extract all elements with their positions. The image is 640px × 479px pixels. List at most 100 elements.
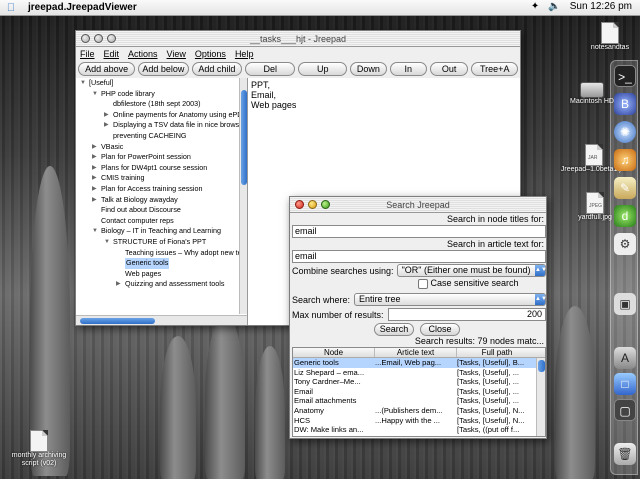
result-row[interactable]: HCS ...Happy with the ... [Tasks, [Useful]… — [293, 416, 545, 426]
preferences-icon[interactable]: ⚙ — [614, 233, 636, 255]
disclosure-closed-icon[interactable]: ▶ — [92, 142, 97, 153]
column-header-article-text[interactable]: Article text — [375, 348, 457, 357]
result-row[interactable]: DW: Make links an... [Tasks, ((put off f.… — [293, 425, 545, 435]
tree-node[interactable]: ▶ Online payments for Anatomy using ePD — [76, 110, 239, 121]
tree-node[interactable]: dbfilestore (18th sept 2003) — [76, 99, 239, 110]
search-dialog-titlebar[interactable]: Search Jreepad — [290, 197, 546, 213]
toolbar-add-below-button[interactable]: Add below — [138, 62, 189, 76]
disclosure-closed-icon[interactable]: ▶ — [92, 184, 97, 195]
tree-node[interactable]: ▶ VBasic — [76, 142, 239, 153]
toolbar-up-button[interactable]: Up — [298, 62, 347, 76]
toolbar-down-button[interactable]: Down — [349, 62, 387, 76]
tree-node[interactable]: Generic tools — [76, 258, 239, 269]
menu-options[interactable]: Options — [195, 47, 226, 61]
dreamweaver-icon[interactable]: d — [614, 205, 636, 227]
disclosure-open-icon[interactable]: ▼ — [92, 89, 98, 100]
close-button[interactable]: Close — [420, 323, 460, 336]
result-row[interactable]: Email [Tasks, [Useful], ... — [293, 387, 545, 397]
menu-actions[interactable]: Actions — [128, 47, 158, 61]
node-tree[interactable]: ▼ [Useful] ▼ PHP code library dbfilestore (1… — [76, 78, 248, 325]
safari-icon[interactable]: ✺ — [614, 121, 636, 143]
desktop-icon-archiving-script[interactable]: monthly archiving script (v02) — [6, 430, 72, 468]
tree-node[interactable]: Find out about Discourse — [76, 205, 239, 216]
tree-node[interactable]: ▶ Quizzing and assessment tools — [76, 279, 239, 290]
disclosure-closed-icon[interactable]: ▶ — [92, 152, 97, 163]
disclosure-closed-icon[interactable]: ▶ — [92, 163, 97, 174]
search-button[interactable]: Search — [374, 323, 414, 336]
apple-menu-icon[interactable]:  — [0, 2, 22, 14]
toolbar-add-child-button[interactable]: Add child — [191, 62, 243, 76]
volume-icon[interactable]: 🔈 — [548, 1, 560, 12]
tree-node[interactable]: ▶ Plans for DW4pt1 course session — [76, 163, 239, 174]
disclosure-closed-icon[interactable]: ▶ — [104, 110, 109, 121]
tree-node[interactable]: ▶ Talk at Biology awayday — [76, 195, 239, 206]
disclosure-closed-icon[interactable]: ▶ — [104, 120, 109, 131]
script-menu-icon[interactable]: ✦ — [531, 1, 539, 12]
tree-node[interactable]: Web pages — [76, 269, 239, 280]
combine-select[interactable]: "OR" (Either one must be found) ▲▼ — [396, 264, 547, 277]
tree-node[interactable]: ▼ [Useful] — [76, 78, 239, 89]
disclosure-open-icon[interactable]: ▼ — [80, 78, 86, 89]
column-header-full-path[interactable]: Full path — [457, 348, 537, 357]
tree-horizontal-scrollbar[interactable] — [76, 315, 247, 325]
menu-file[interactable]: File — [80, 47, 95, 61]
close-dialog-icon[interactable] — [295, 200, 304, 209]
clock[interactable]: Sun 12:26 pm — [570, 1, 632, 12]
toolbar-in-button[interactable]: In — [389, 62, 427, 76]
result-row[interactable]: Email attachments [Tasks, [Useful], ... — [293, 396, 545, 406]
minimize-dialog-icon[interactable] — [308, 200, 317, 209]
tree-node[interactable]: ▼ PHP code library — [76, 89, 239, 100]
toolbar-del-button[interactable]: Del — [245, 62, 296, 76]
results-table[interactable]: Node Article text Full path Generic tools.… — [292, 347, 546, 437]
toolbar-tree-a-button[interactable]: Tree+A — [471, 62, 519, 76]
tree-node[interactable]: Teaching issues – Why adopt new te — [76, 248, 239, 259]
tree-vertical-scrollbar[interactable] — [239, 78, 247, 314]
finder-window-icon[interactable]: □ — [614, 373, 636, 395]
close-window-icon[interactable] — [81, 34, 90, 43]
search-where-select[interactable]: Entire tree ▲▼ — [354, 293, 547, 306]
max-results-input[interactable]: 200 — [387, 308, 546, 321]
tree-node[interactable]: ▶ Plan for PowerPoint session — [76, 152, 239, 163]
column-header-node[interactable]: Node — [293, 348, 375, 357]
app-icon[interactable]: ▣ — [614, 293, 636, 315]
terminal-icon[interactable]: >_ — [614, 65, 636, 87]
tree-node[interactable]: ▶ Displaying a TSV data file in nice brow… — [76, 120, 239, 131]
tree-node[interactable]: preventing CACHEING — [76, 131, 239, 142]
system-preferences-icon[interactable]: A — [614, 347, 636, 369]
desktop-icon-notesandtas[interactable]: notesandtas — [582, 22, 638, 52]
main-window-titlebar[interactable]: __tasks___hjt - Jreepad — [76, 31, 520, 47]
zoom-window-icon[interactable] — [107, 34, 116, 43]
menu-view[interactable]: View — [167, 47, 186, 61]
case-sensitive-checkbox[interactable] — [418, 278, 428, 289]
tree-node[interactable]: ▶ CMIS training — [76, 173, 239, 184]
disclosure-closed-icon[interactable]: ▶ — [92, 173, 97, 184]
toolbar-add-above-button[interactable]: Add above — [78, 62, 136, 76]
zoom-dialog-icon[interactable] — [321, 200, 330, 209]
results-scrollbar[interactable] — [536, 358, 545, 436]
dock: >_ B ✺ ♫ ✎ d ⚙ ▣ A □ ▢ 🗑 — [610, 60, 638, 475]
app-name-menu[interactable]: jreepad.JreepadViewer — [28, 2, 137, 13]
menu-edit[interactable]: Edit — [104, 47, 120, 61]
node-titles-input[interactable]: email — [292, 225, 546, 238]
trash-icon[interactable]: 🗑 — [614, 443, 636, 465]
menu-help[interactable]: Help — [235, 47, 254, 61]
itunes-icon[interactable]: ♫ — [614, 149, 636, 171]
result-row[interactable]: Tony Cardner–Me... [Tasks, [Useful], ... — [293, 377, 545, 387]
tree-node[interactable]: ▼ STRUCTURE of Fiona's PPT — [76, 237, 239, 248]
disclosure-closed-icon[interactable]: ▶ — [92, 195, 97, 206]
result-row[interactable]: Anatomy ...(Publishers dem... [Tasks, [Use… — [293, 406, 545, 416]
minimize-window-icon[interactable] — [94, 34, 103, 43]
tree-node[interactable]: ▼ Biology – IT in Teaching and Learning — [76, 226, 239, 237]
disclosure-closed-icon[interactable]: ▶ — [116, 279, 121, 290]
disclosure-open-icon[interactable]: ▼ — [92, 226, 98, 237]
result-row[interactable]: Liz Shepard – ema... [Tasks, [Useful], ..… — [293, 368, 545, 378]
toolbar-out-button[interactable]: Out — [429, 62, 469, 76]
article-text-input[interactable]: email — [292, 250, 546, 263]
bbedit-icon[interactable]: B — [614, 93, 636, 115]
minimized-window-icon[interactable]: ▢ — [614, 399, 636, 421]
preview-icon[interactable]: ✎ — [614, 177, 636, 199]
disclosure-open-icon[interactable]: ▼ — [104, 237, 110, 248]
tree-node[interactable]: Contact computer reps — [76, 216, 239, 227]
tree-node[interactable]: ▶ Plan for Access training session — [76, 184, 239, 195]
result-row[interactable]: Generic tools ...Email, Web pag... [Tasks,… — [293, 358, 545, 368]
